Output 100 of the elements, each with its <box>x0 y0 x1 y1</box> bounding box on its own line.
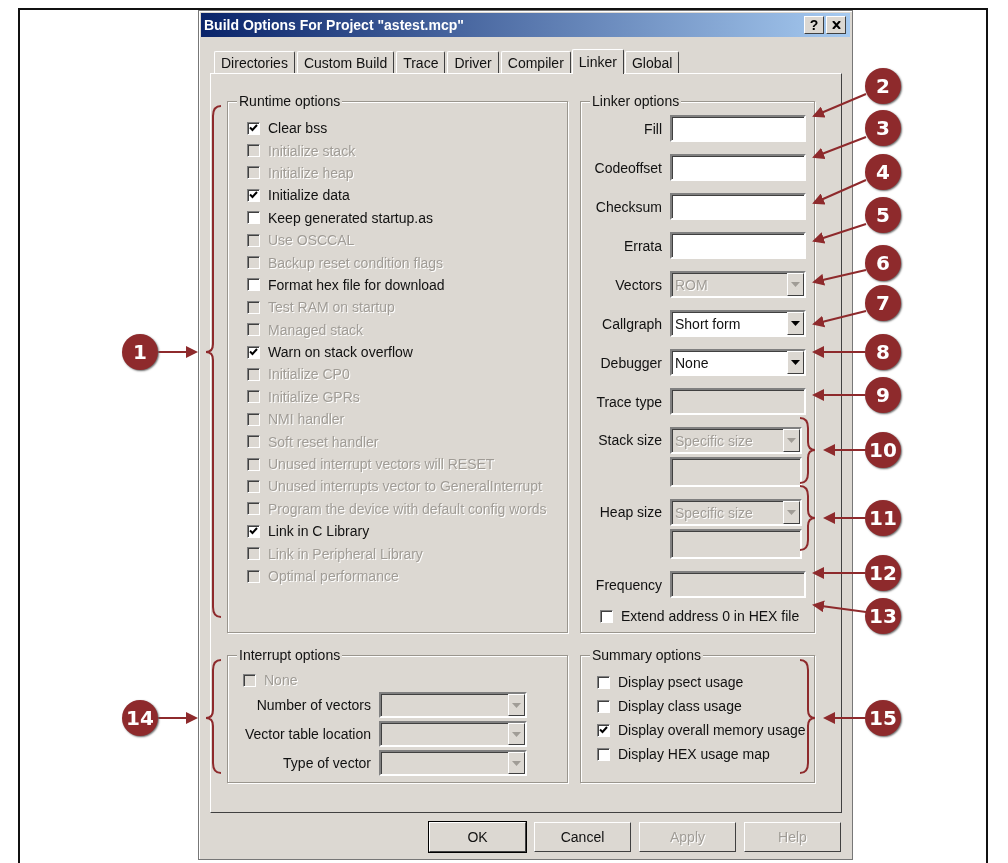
field-label: Errata <box>622 237 662 254</box>
field-label: Frequency <box>594 576 662 593</box>
tab[interactable]: Linker <box>571 49 624 74</box>
dropdown-arrow-icon <box>791 360 800 365</box>
input-field[interactable] <box>670 193 806 220</box>
dropdown-arrow-icon <box>512 731 521 737</box>
callout-number: 12 <box>865 555 901 591</box>
group-title: Runtime options <box>237 93 343 109</box>
callout-number: 8 <box>865 334 901 370</box>
tab[interactable]: Global <box>624 51 680 73</box>
field-label: Fill <box>643 120 662 137</box>
check-icon <box>249 191 258 200</box>
checkbox[interactable] <box>247 524 260 538</box>
callout-number: 9 <box>865 377 901 413</box>
checkbox-label: Unused interrupt vectors will RESET <box>268 456 495 473</box>
tab[interactable]: Custom Build <box>296 51 395 73</box>
group-title: Linker options <box>590 93 682 109</box>
callout-number: 13 <box>865 598 901 634</box>
checkbox[interactable] <box>597 675 610 689</box>
callout-number: 5 <box>865 197 901 233</box>
callout-arrow <box>812 179 867 205</box>
checkbox[interactable] <box>597 747 610 761</box>
field-label: Stack size <box>597 431 662 450</box>
callout-arrow <box>812 567 866 579</box>
checkbox-label: Format hex file for download <box>268 276 445 293</box>
callout-arrow <box>823 512 867 524</box>
checkbox-label: Test RAM on startup <box>268 299 395 316</box>
field-label: Type of vector <box>282 755 371 771</box>
dropdown[interactable]: None <box>670 349 806 376</box>
window-title: Build Options For Project "astest.mcp" <box>204 17 464 33</box>
checkbox-label: Initialize GPRs <box>268 388 360 405</box>
input-field[interactable] <box>670 115 806 142</box>
checkbox-label: Clear bss <box>268 120 328 137</box>
callout-number: 1 <box>122 334 158 370</box>
input-field[interactable] <box>670 457 802 487</box>
checkbox-label: Initialize stack <box>268 142 356 159</box>
dropdown-arrow-icon <box>787 510 796 515</box>
field-label: Trace type <box>595 393 662 410</box>
callout-arrow <box>156 712 198 724</box>
callout-arrow <box>812 600 867 613</box>
dropdown-arrow-icon <box>787 438 796 443</box>
checkbox[interactable] <box>247 345 260 359</box>
checkbox-label: Link in Peripheral Library <box>268 545 423 562</box>
checkbox-label: Warn on stack overflow <box>268 344 413 361</box>
checkbox[interactable] <box>247 278 260 292</box>
field-label: Number of vectors <box>255 697 371 713</box>
checkbox-label: Display HEX usage map <box>618 746 770 762</box>
callout-number: 6 <box>865 245 901 281</box>
checkbox-label: Initialize heap <box>268 164 354 181</box>
field-label: Debugger <box>599 354 662 371</box>
field-label: Callgraph <box>601 315 662 332</box>
tab[interactable]: Trace <box>396 51 446 73</box>
dropdown-arrow-icon <box>512 760 521 766</box>
checkbox-label: Keep generated startup.as <box>268 209 433 226</box>
close-button[interactable] <box>826 16 846 34</box>
callout-number: 2 <box>865 68 901 104</box>
help-button[interactable]: ? <box>804 16 824 34</box>
callout-number: 14 <box>122 700 158 736</box>
input-field[interactable] <box>670 232 806 259</box>
checkbox[interactable] <box>597 723 610 737</box>
callout-arrow <box>812 269 867 286</box>
dialog-button[interactable]: OK <box>429 822 526 852</box>
checkbox-label: Initialize data <box>268 187 350 204</box>
callout-arrow <box>812 136 867 159</box>
checkbox[interactable] <box>247 188 260 202</box>
callout-number: 7 <box>865 285 901 321</box>
callout-arrow <box>812 310 867 328</box>
callout-number: 15 <box>865 700 901 736</box>
callout-arrow <box>156 346 198 358</box>
close-icon <box>831 21 841 29</box>
field-label: Heap size <box>598 503 662 522</box>
field-label: Vectors <box>614 276 662 293</box>
callout-number: 3 <box>865 110 901 146</box>
tab[interactable]: Directories <box>214 51 295 73</box>
dropdown[interactable]: Short form <box>670 310 806 337</box>
dialog-button[interactable]: Cancel <box>534 822 631 852</box>
callout-number: 11 <box>865 500 901 536</box>
dropdown-arrow-icon <box>791 321 800 326</box>
checkbox[interactable] <box>247 211 260 225</box>
callout-arrow <box>812 389 866 401</box>
checkbox-label: Soft reset handler <box>268 433 379 450</box>
callout-arrow <box>812 223 867 244</box>
group-title: Summary options <box>590 647 703 663</box>
checkbox[interactable] <box>597 699 610 713</box>
callout-number: 10 <box>865 432 901 468</box>
checkbox-label: NMI handler <box>268 411 345 428</box>
checkbox[interactable] <box>247 121 260 135</box>
tab[interactable]: Compiler <box>500 51 571 73</box>
dropdown-arrow-icon <box>791 282 800 287</box>
callout-arrow <box>823 444 867 456</box>
checkbox[interactable] <box>600 609 613 623</box>
checkbox-label: Unused interrupts vector to GeneralInterrupt <box>268 478 542 495</box>
input-field[interactable] <box>670 529 802 559</box>
check-icon <box>249 124 258 133</box>
tab[interactable]: Driver <box>447 51 499 73</box>
checkbox-label: Display psect usage <box>618 674 744 690</box>
input-field[interactable] <box>670 154 806 181</box>
dropdown-arrow-icon <box>512 702 521 708</box>
callout-arrow <box>812 93 867 118</box>
field-label: Codeoffset <box>593 159 662 176</box>
